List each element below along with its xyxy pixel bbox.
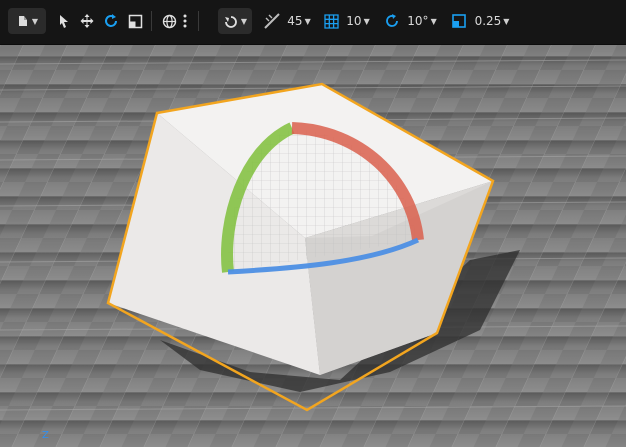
scale-tool-button[interactable] bbox=[125, 8, 145, 34]
chevron-down-icon: ▼ bbox=[240, 16, 248, 26]
scale-snap-value: 0.25 bbox=[474, 14, 502, 28]
rotate-icon bbox=[105, 14, 117, 27]
move-icon bbox=[80, 14, 94, 28]
rotate-tool-button[interactable] bbox=[101, 8, 121, 34]
surface-snap-icon bbox=[224, 16, 237, 28]
select-mode-dropdown[interactable]: ▼ bbox=[8, 8, 46, 34]
grid-icon bbox=[324, 13, 339, 29]
select-tool-button[interactable] bbox=[56, 8, 72, 34]
chevron-down-icon: ▼ bbox=[430, 16, 437, 26]
kebab-menu-icon bbox=[183, 14, 187, 28]
scale-snap-icon bbox=[451, 14, 466, 28]
translate-tool-button[interactable] bbox=[77, 8, 97, 34]
surface-snapping-dropdown[interactable]: ▼ bbox=[218, 8, 252, 34]
select-mode-icon bbox=[18, 16, 27, 26]
chevron-down-icon: ▼ bbox=[304, 16, 311, 26]
globe-icon bbox=[162, 14, 176, 28]
grid-snap-dropdown[interactable]: 10 ▼ bbox=[322, 8, 372, 34]
snap-angle-icon bbox=[264, 13, 280, 29]
chevron-down-icon: ▼ bbox=[363, 16, 370, 26]
rotation-snap-dropdown[interactable]: 10° ▼ bbox=[382, 8, 438, 34]
rotation-snap-value: 10° bbox=[407, 14, 429, 28]
chevron-down-icon: ▼ bbox=[31, 16, 39, 26]
toolbar-separator bbox=[198, 11, 199, 31]
translation-snap-value: 45 bbox=[287, 14, 303, 28]
level-viewport[interactable]: Z bbox=[0, 0, 626, 447]
axis-indicator-z: Z bbox=[42, 430, 49, 441]
toolbar-separator bbox=[151, 11, 152, 31]
scale-icon bbox=[128, 14, 142, 28]
viewport-toolbar: ▼ ▼ 45 ▼ 10 ▼ 10° ▼ 0.25 ▼ bbox=[0, 0, 626, 45]
translation-snap-dropdown[interactable]: 45 ▼ bbox=[262, 8, 312, 34]
chevron-down-icon: ▼ bbox=[503, 16, 510, 26]
grid-snap-value: 10 bbox=[346, 14, 362, 28]
rotation-snap-icon bbox=[386, 14, 399, 27]
scale-snap-dropdown[interactable]: 0.25 ▼ bbox=[448, 8, 512, 34]
more-options-button[interactable] bbox=[180, 8, 190, 34]
scene[interactable] bbox=[0, 0, 626, 447]
coordinate-space-button[interactable] bbox=[160, 8, 178, 34]
arrow-cursor-icon bbox=[60, 15, 68, 28]
